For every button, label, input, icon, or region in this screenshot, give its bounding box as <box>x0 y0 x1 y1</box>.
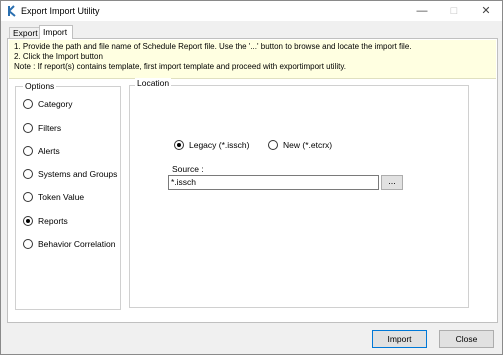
option-label: Systems and Groups <box>38 169 118 179</box>
option-reports-radio[interactable]: Reports <box>23 216 68 226</box>
option-label: Alerts <box>38 146 60 156</box>
instruction-line: 2. Click the Import button <box>14 52 103 61</box>
instructions-panel: 1. Provide the path and file name of Sch… <box>9 40 496 79</box>
minimize-icon[interactable]: — <box>407 1 437 21</box>
radio-icon <box>23 239 33 249</box>
radio-icon <box>23 146 33 156</box>
option-label: Behavior Correlation <box>38 239 116 249</box>
browse-button[interactable]: ... <box>381 175 403 190</box>
option-label: Reports <box>38 216 68 226</box>
instruction-line: 1. Provide the path and file name of Sch… <box>14 42 412 51</box>
format-legacy-radio[interactable]: Legacy (*.issch) <box>174 140 249 150</box>
close-button[interactable]: Close <box>439 330 494 348</box>
title-bar: Export Import Utility — □ ✕ <box>1 1 502 21</box>
radio-selected-icon <box>174 140 184 150</box>
option-label: Token Value <box>38 192 85 202</box>
maximize-icon[interactable]: □ <box>439 1 469 21</box>
option-label: Category <box>38 99 73 109</box>
tab-import[interactable]: Import <box>39 25 73 39</box>
instruction-note: Note : If report(s) contains template, f… <box>14 62 346 71</box>
source-input[interactable]: *.issch <box>168 175 379 190</box>
options-label: Options <box>23 81 57 91</box>
option-token-value-radio[interactable]: Token Value <box>23 192 84 202</box>
option-behavior-correlation-radio[interactable]: Behavior Correlation <box>23 239 115 249</box>
option-systems-and-groups-radio[interactable]: Systems and Groups <box>23 169 117 179</box>
location-group <box>129 85 469 308</box>
option-alerts-radio[interactable]: Alerts <box>23 146 60 156</box>
close-icon[interactable]: ✕ <box>471 1 501 21</box>
radio-icon <box>268 140 278 150</box>
location-label: Location <box>135 78 172 88</box>
option-filters-radio[interactable]: Filters <box>23 123 61 133</box>
radio-icon <box>23 123 33 133</box>
radio-selected-icon <box>23 216 33 226</box>
export-import-window: Export Import Utility — □ ✕ Export Impor… <box>0 0 503 355</box>
format-label: Legacy (*.issch) <box>189 140 250 150</box>
source-label: Source : <box>172 164 204 174</box>
import-button[interactable]: Import <box>372 330 427 348</box>
format-new-radio[interactable]: New (*.etcrx) <box>268 140 332 150</box>
app-icon <box>8 5 16 17</box>
radio-icon <box>23 192 33 202</box>
format-label: New (*.etcrx) <box>283 140 333 150</box>
option-label: Filters <box>38 123 62 133</box>
radio-icon <box>23 99 33 109</box>
option-category-radio[interactable]: Category <box>23 99 73 109</box>
window-title: Export Import Utility <box>21 6 100 16</box>
radio-icon <box>23 169 33 179</box>
